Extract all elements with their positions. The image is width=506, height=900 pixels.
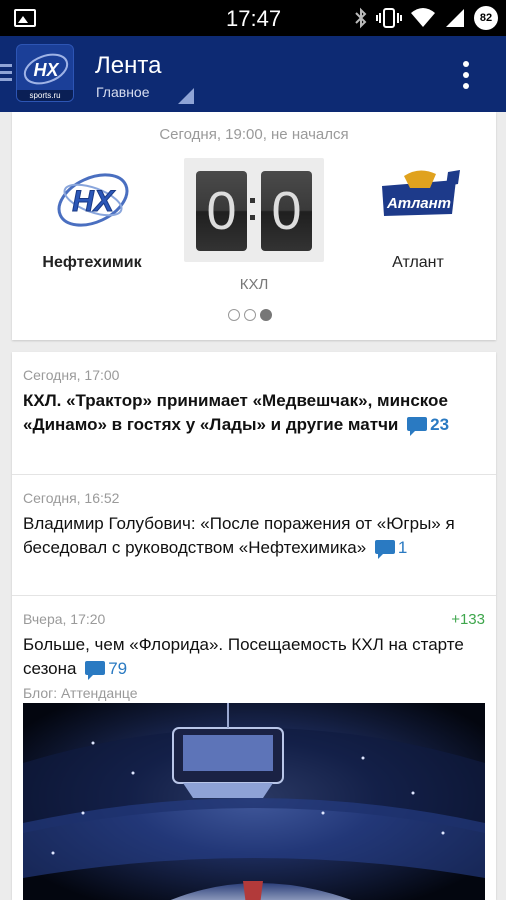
news-time: Сегодня, 17:00	[23, 367, 120, 383]
wifi-icon	[411, 8, 435, 27]
news-time: Сегодня, 16:52	[23, 490, 120, 506]
news-headline[interactable]: Больше, чем «Флорида». Посещаемость КХЛ …	[23, 633, 485, 681]
section-dropdown[interactable]: Главное	[96, 84, 150, 100]
away-logo-text: Атлант	[386, 195, 451, 212]
dropdown-corner-icon[interactable]	[178, 88, 194, 104]
comment-count[interactable]: 1	[371, 538, 408, 559]
menu-icon[interactable]	[0, 64, 12, 85]
comment-count[interactable]: 79	[81, 659, 128, 680]
signal-icon	[446, 9, 464, 27]
app-bar: HX sports.ru Лента Главное	[0, 36, 506, 112]
team-logo-icon: HX	[23, 53, 69, 85]
blog-label[interactable]: Блог: Аттенданце	[23, 681, 485, 703]
home-team-name[interactable]: Нефтехимик	[12, 254, 172, 272]
bluetooth-icon	[355, 7, 367, 29]
league-label: КХЛ	[239, 276, 269, 293]
away-team-name[interactable]: Атлант	[338, 254, 498, 272]
page-title[interactable]: Лента	[95, 52, 161, 80]
status-bar: 17:47 82	[0, 0, 506, 36]
news-item[interactable]: Сегодня, 16:52 Владимир Голубович: «Посл…	[12, 474, 496, 595]
news-headline[interactable]: КХЛ. «Трактор» принимает «Медвешчак», ми…	[23, 389, 485, 437]
overflow-menu-icon[interactable]	[461, 61, 471, 94]
news-headline[interactable]: Владимир Голубович: «После поражения от …	[23, 512, 485, 560]
home-logo-text: HX	[72, 185, 116, 218]
pager-dot[interactable]	[228, 309, 240, 321]
comment-count-value: 1	[397, 538, 408, 557]
scoreboard: 0 0	[184, 158, 324, 262]
gallery-icon	[14, 9, 36, 27]
comment-icon	[407, 417, 428, 436]
home-team-logo[interactable]: HX	[48, 164, 138, 234]
app-logo-sub: sports.ru	[17, 90, 73, 101]
home-score: 0	[196, 171, 247, 251]
comment-icon	[85, 661, 106, 680]
app-logo[interactable]: HX sports.ru	[16, 44, 74, 102]
match-pager[interactable]	[228, 309, 272, 321]
battery-icon: 82	[474, 6, 498, 30]
news-item[interactable]: Сегодня, 17:00 КХЛ. «Трактор» принимает …	[12, 352, 496, 474]
news-photo[interactable]	[23, 703, 485, 900]
match-status: Сегодня, 19:00, не начался	[159, 126, 349, 143]
comment-count-value: 79	[108, 659, 128, 678]
score-separator	[250, 198, 256, 232]
news-item[interactable]: Вчера, 17:20 +133 Больше, чем «Флорида».…	[12, 595, 496, 900]
rating-badge: +133	[451, 611, 485, 628]
vibrate-icon	[376, 8, 402, 28]
arena-photo-image	[23, 703, 485, 900]
comment-icon	[374, 540, 395, 559]
away-score: 0	[261, 171, 312, 251]
news-headline-text: КХЛ. «Трактор» принимает «Медвешчак», ми…	[23, 391, 448, 434]
match-card[interactable]: Сегодня, 19:00, не начался HX Нефтехимик…	[12, 112, 496, 340]
news-time: Вчера, 17:20	[23, 611, 106, 627]
comment-count-value: 23	[430, 415, 450, 434]
comment-count[interactable]: 23	[403, 415, 450, 436]
app-logo-text: HX	[33, 60, 59, 80]
away-team-logo[interactable]: Атлант	[374, 166, 464, 232]
pager-dot[interactable]	[244, 309, 256, 321]
status-icons: 82	[354, 6, 498, 30]
pager-dot-active[interactable]	[260, 309, 272, 321]
status-time: 17:47	[226, 6, 282, 31]
news-feed: Сегодня, 17:00 КХЛ. «Трактор» принимает …	[12, 352, 496, 900]
